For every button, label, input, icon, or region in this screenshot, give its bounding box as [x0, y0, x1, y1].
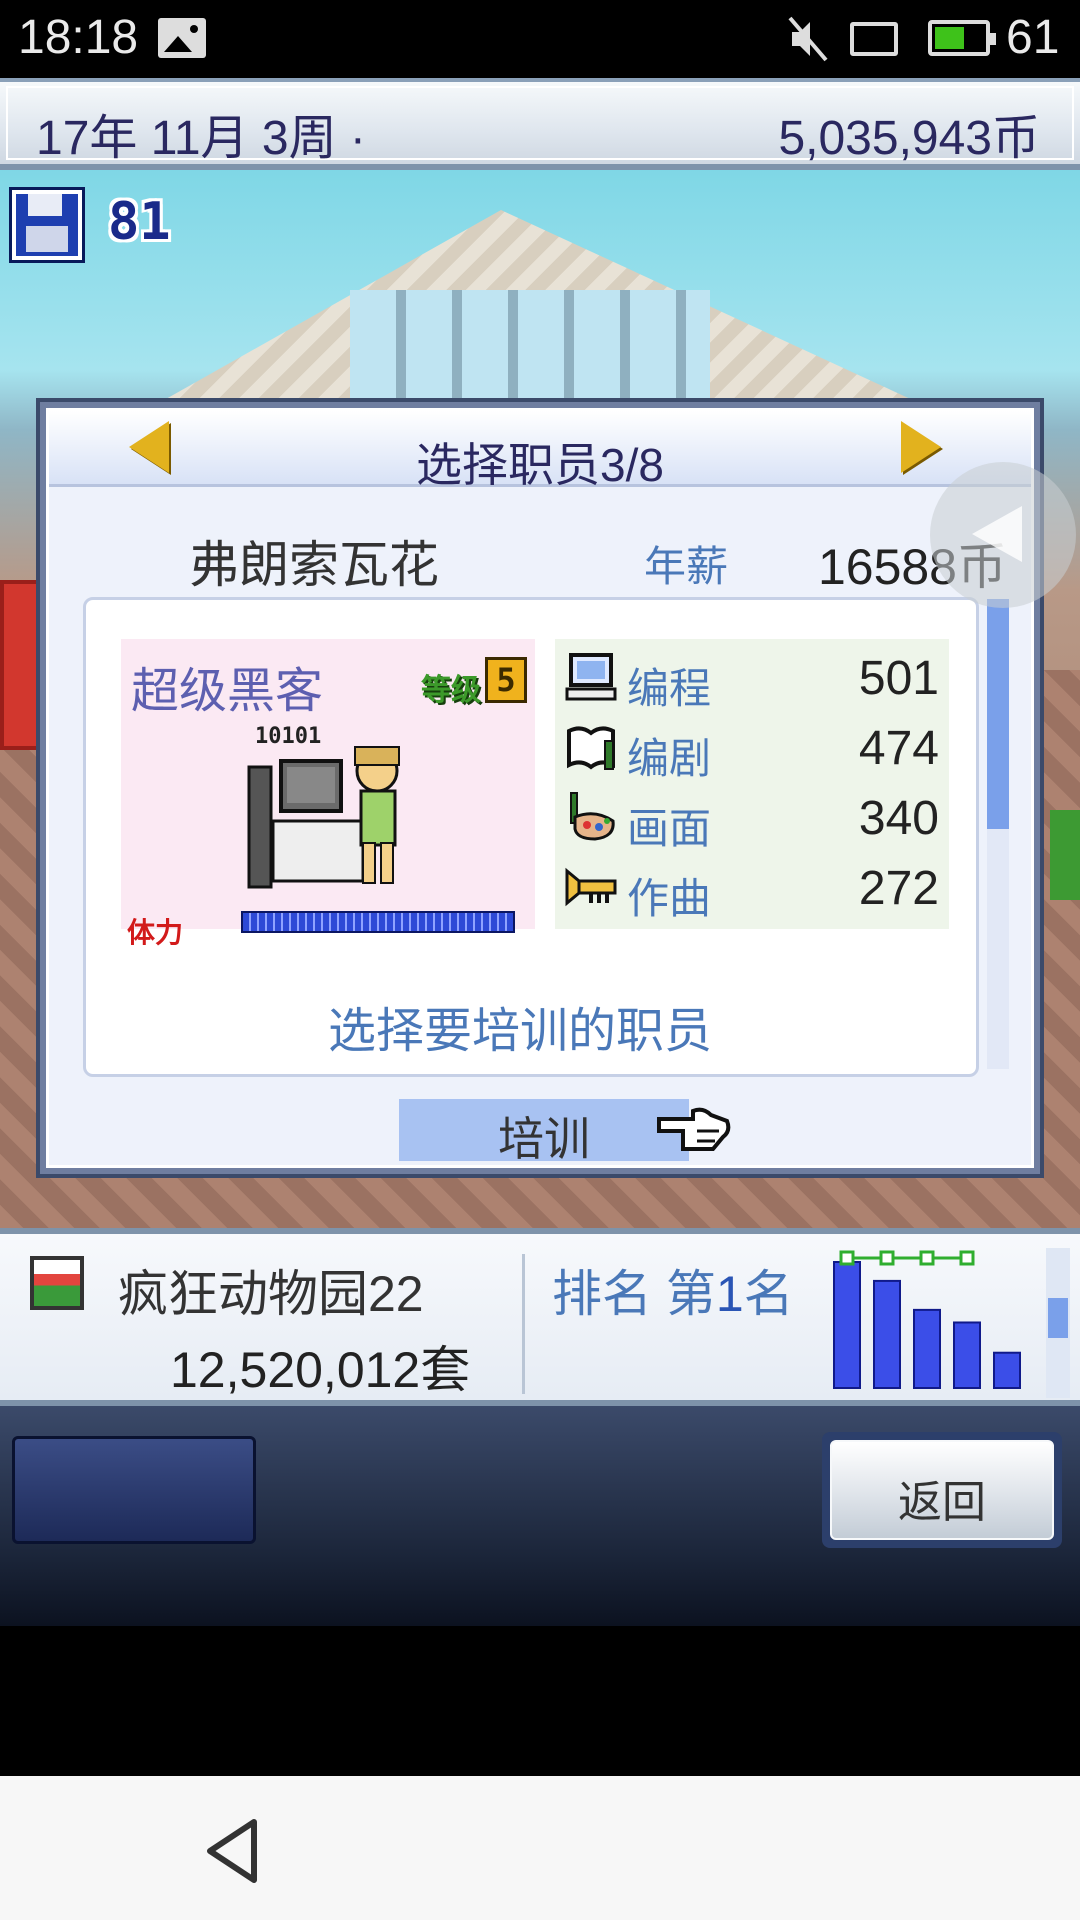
- system-back-icon[interactable]: [202, 1816, 262, 1886]
- job-title: 超级黑客: [131, 665, 324, 718]
- rank-trend-marker: [919, 1250, 935, 1266]
- status-time: 18:18: [18, 11, 139, 64]
- return-button-face: 返回: [830, 1440, 1054, 1540]
- menu-button[interactable]: [12, 1436, 256, 1544]
- skill-row-sound: 作曲 272: [555, 853, 949, 923]
- rank-trend-marker: [959, 1250, 975, 1266]
- skill-value: 272: [858, 862, 939, 915]
- info-scrollbar[interactable]: [1046, 1248, 1070, 1398]
- train-button[interactable]: 培训: [399, 1099, 689, 1165]
- sprite-binary-label: 10101: [255, 724, 321, 749]
- battery-fill: [935, 27, 965, 49]
- battery-icon: [928, 20, 996, 56]
- rank-prefix: 排名 第: [552, 1266, 716, 1322]
- hint-text: 选择要培训的职员: [327, 1005, 712, 1058]
- game-date: 17年 11月 3周 ·: [36, 112, 366, 165]
- palette-icon: [570, 792, 615, 841]
- rank-suffix: 名: [743, 1266, 794, 1322]
- rank-bar: [833, 1261, 861, 1389]
- skill-row-scenario: 编剧 474: [555, 713, 949, 783]
- floating-back-button[interactable]: [930, 462, 1076, 608]
- stamina-bar: [241, 911, 515, 933]
- stamina-label: 体力: [127, 916, 184, 949]
- train-button-label: 培训: [498, 1113, 590, 1165]
- skill-value: 501: [858, 652, 939, 705]
- rank-trend-marker: [839, 1250, 855, 1266]
- sim-card-icon: [850, 22, 898, 56]
- skill-label: 编剧: [627, 735, 712, 782]
- rank-bar: [913, 1308, 941, 1390]
- top-info-bar: 17年 11月 3周 · 5,035,943币: [0, 78, 1080, 170]
- employee-name: 弗朗索瓦花: [189, 537, 439, 593]
- next-employee-arrow-icon[interactable]: [901, 421, 941, 473]
- skill-value: 340: [858, 792, 939, 845]
- rank-bar: [873, 1279, 901, 1389]
- skill-label: 编程: [627, 665, 712, 712]
- book-icon: [567, 726, 615, 770]
- employee-sprite: 10101: [247, 724, 400, 889]
- rank-number: 1: [715, 1266, 744, 1322]
- system-nav-bar: [0, 1776, 1080, 1920]
- pointing-hand-icon: [657, 1107, 731, 1151]
- potted-plant: [1050, 810, 1080, 900]
- info-scrollbar-thumb[interactable]: [1048, 1298, 1068, 1338]
- rank-label: 排名 第1名: [552, 1254, 794, 1326]
- money-counter: 5,035,943币: [778, 112, 1040, 165]
- dialog-header: 选择职员3/8: [49, 411, 1031, 491]
- save-count: 81: [108, 192, 171, 252]
- card-scrollbar-thumb[interactable]: [987, 599, 1009, 829]
- mute-icon: [788, 16, 828, 62]
- rank-bar-chart: [833, 1250, 1021, 1390]
- status-bar: 18:18 61: [0, 0, 1080, 78]
- dialog-title: 选择职员3/8: [416, 439, 664, 491]
- image-notification-icon: [158, 18, 206, 58]
- info-divider: [522, 1254, 525, 1394]
- game-sales: 12,520,012套: [170, 1342, 471, 1398]
- return-button-label: 返回: [898, 1478, 986, 1527]
- salary-label: 年薪: [644, 543, 729, 590]
- rank-trend-marker: [879, 1250, 895, 1266]
- skill-row-programming: 编程 501: [555, 643, 949, 713]
- rank-bar: [993, 1351, 1021, 1389]
- level-label: 等级: [421, 673, 481, 708]
- skill-label: 作曲: [627, 875, 712, 922]
- battery-level: 61: [1006, 11, 1060, 64]
- skill-row-graphics: 画面 340: [555, 783, 949, 853]
- game-title: 疯狂动物园22: [118, 1266, 424, 1322]
- level-badge: 5: [485, 657, 527, 703]
- game-cover-icon: [30, 1256, 84, 1310]
- return-button[interactable]: 返回: [822, 1432, 1062, 1548]
- stamina-bar-fill: [243, 913, 513, 931]
- skill-label: 画面: [627, 805, 712, 852]
- game-info-bar[interactable]: 疯狂动物园22 12,520,012套 排名 第1名: [0, 1228, 1080, 1406]
- save-floppy-icon[interactable]: [12, 190, 82, 260]
- control-bar: 返回: [0, 1406, 1080, 1626]
- rank-bar: [953, 1321, 981, 1389]
- computer-icon: [565, 653, 617, 701]
- trumpet-icon: [565, 867, 617, 907]
- dialog-body: 选择职员3/8 弗朗索瓦花 年薪 16588币 超级黑客 等级 5 10101 …: [46, 408, 1034, 1168]
- skill-value: 474: [858, 722, 939, 775]
- select-employee-dialog: 选择职员3/8 弗朗索瓦花 年薪 16588币 超级黑客 等级 5 10101 …: [36, 398, 1044, 1178]
